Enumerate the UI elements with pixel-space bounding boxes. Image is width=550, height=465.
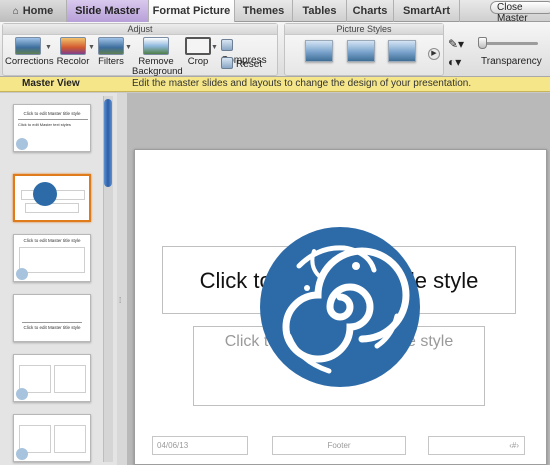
- house-icon: ⌂: [12, 6, 19, 17]
- adjust-group: Adjust Corrections ▼ Recolor ▼ Filters ▼…: [2, 23, 278, 77]
- thumbnail-divider: [18, 119, 88, 120]
- recolor-button[interactable]: Recolor ▼: [55, 37, 95, 67]
- picture-styles-group-title: Picture Styles: [285, 24, 443, 35]
- crop-button[interactable]: Crop ▼: [183, 37, 218, 67]
- filters-icon: [98, 37, 124, 55]
- picture-border-icon[interactable]: ✎▾: [448, 37, 464, 51]
- close-master-button[interactable]: Close Master: [490, 1, 550, 24]
- transparency-label: Transparency: [481, 56, 542, 67]
- tab-slide-master[interactable]: Slide Master: [67, 0, 149, 22]
- thumbnail-layout-two-content[interactable]: [13, 354, 91, 402]
- adjust-group-title: Adjust: [3, 24, 277, 35]
- reset-button[interactable]: Reset: [221, 57, 262, 72]
- slide-number-placeholder[interactable]: ‹#›: [428, 436, 525, 455]
- master-view-description: Edit the master slides and layouts to ch…: [132, 78, 472, 89]
- picture-style-2[interactable]: [347, 40, 375, 62]
- tab-home[interactable]: ⌂ Home: [0, 0, 67, 22]
- thumbnail-divider: [22, 322, 82, 323]
- transparency-slider-track[interactable]: [480, 42, 538, 45]
- transparency-slider-handle[interactable]: [478, 37, 487, 49]
- thumbnail-content-box: [19, 247, 85, 273]
- chevron-down-icon: ▼: [211, 44, 218, 51]
- thumbnail-master[interactable]: Click to edit Master title style Click t…: [13, 104, 91, 152]
- thumbnail-scroll-thumb[interactable]: [104, 99, 112, 187]
- picture-effects-icon[interactable]: ◐▾: [448, 55, 461, 69]
- reset-icon: [221, 57, 233, 69]
- corrections-button[interactable]: Corrections ▼: [5, 37, 54, 67]
- tab-home-label: Home: [22, 5, 54, 17]
- thumbnail-content-box: [54, 425, 86, 453]
- thumbnail-title: Click to edit Master title style: [23, 325, 81, 330]
- swirl-logo[interactable]: [259, 226, 421, 388]
- chevron-down-icon: ▼: [88, 44, 95, 51]
- thumbnail-subtitle-box: [25, 203, 79, 213]
- thumbnail-title: Click to edit Master title style: [23, 111, 81, 116]
- remove-background-icon: [143, 37, 169, 55]
- picture-style-3[interactable]: [388, 40, 416, 62]
- pane-splitter[interactable]: [117, 93, 127, 465]
- compress-icon: [221, 39, 233, 51]
- thumbnail-logo: [16, 448, 28, 460]
- reset-label: Reset: [236, 59, 263, 70]
- thumbnail-content-box: [54, 365, 86, 393]
- remove-background-button[interactable]: Remove Background: [132, 37, 183, 77]
- gallery-next-icon[interactable]: ▶: [428, 48, 440, 60]
- footer-placeholder[interactable]: Footer: [272, 436, 406, 455]
- thumbnail-logo: [16, 138, 28, 150]
- thumbnail-logo: [16, 268, 28, 280]
- filters-button[interactable]: Filters ▼: [96, 37, 132, 67]
- recolor-icon: [60, 37, 86, 55]
- chevron-down-icon: ▼: [45, 44, 52, 51]
- picture-styles-group: Picture Styles ▶: [284, 23, 444, 76]
- chevron-down-icon: ▼: [125, 44, 132, 51]
- thumbnail-logo: [33, 182, 57, 206]
- filters-label: Filters: [98, 56, 124, 67]
- ribbon-tabs: ⌂ Home Slide Master Format Picture Themes…: [0, 0, 550, 23]
- splitter-grip-icon[interactable]: ⁞: [119, 296, 121, 305]
- thumbnail-layout-content[interactable]: Click to edit Master title style: [13, 234, 91, 282]
- remove-background-label-2: Background: [132, 66, 183, 77]
- ribbon: Adjust Corrections ▼ Recolor ▼ Filters ▼…: [0, 22, 550, 77]
- date-placeholder[interactable]: 04/06/13: [152, 436, 248, 455]
- thumbnail-layout-section[interactable]: Click to edit Master title style: [13, 294, 91, 342]
- recolor-label: Recolor: [56, 56, 90, 67]
- tab-smartart[interactable]: SmartArt: [394, 0, 460, 22]
- corrections-label: Corrections: [5, 56, 54, 67]
- picture-style-1[interactable]: [305, 40, 333, 62]
- slide-thumbnail-pane: Click to edit Master title style Click t…: [0, 93, 118, 465]
- thumbnail-title: Click to edit Master title style: [23, 238, 81, 243]
- thumbnail-body-text: Click to edit Master text styles: [18, 122, 71, 127]
- thumbnail-title-layout-selected[interactable]: [13, 174, 91, 222]
- thumbnail-layout-comparison[interactable]: [13, 414, 91, 462]
- master-view-bar: Master View Edit the master slides and l…: [0, 77, 550, 92]
- tab-tables[interactable]: Tables: [293, 0, 347, 22]
- thumbnail-logo: [16, 388, 28, 400]
- tab-themes[interactable]: Themes: [235, 0, 293, 22]
- tab-format-picture[interactable]: Format Picture: [149, 0, 235, 23]
- crop-label: Crop: [187, 56, 209, 67]
- crop-icon: [185, 37, 211, 55]
- corrections-icon: [15, 37, 41, 55]
- master-view-title: Master View: [22, 78, 80, 89]
- tab-charts[interactable]: Charts: [347, 0, 394, 22]
